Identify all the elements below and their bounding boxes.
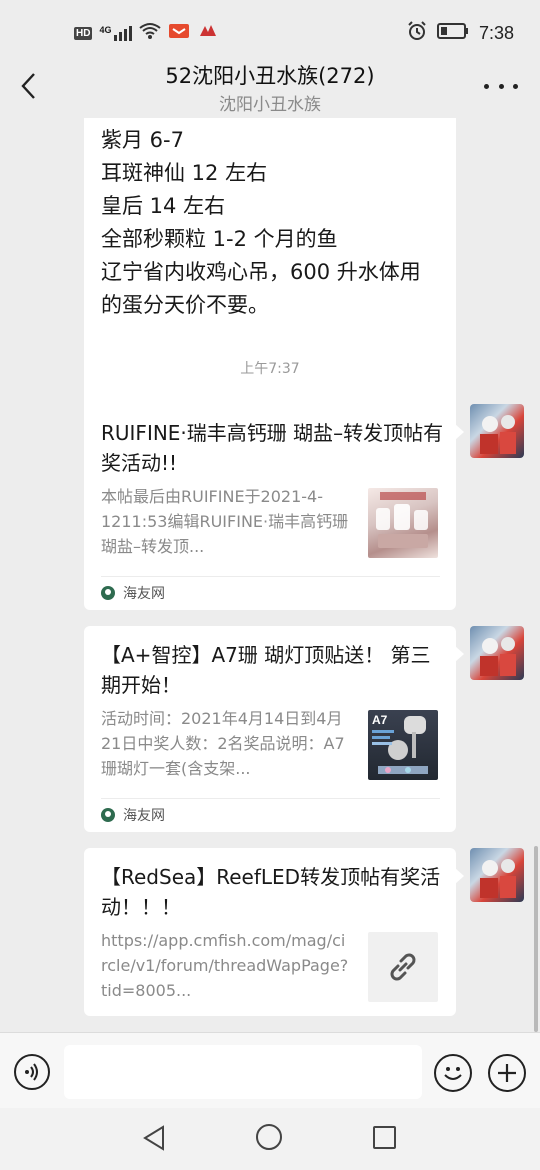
source-logo-icon [101, 585, 115, 600]
source-logo-icon [101, 807, 115, 822]
notification-app-icon [168, 21, 190, 45]
system-navigation-bar [0, 1108, 540, 1170]
message-line: 的蛋分天价不要。 [101, 293, 269, 317]
chevron-left-icon [21, 73, 35, 99]
text-message-bubble[interactable]: 紫月 6-7 耳斑神仙 12 左右 皇后 14 左右 全部秒颗粒 1-2 个月的… [84, 118, 456, 452]
message-line: 全部秒颗粒 1-2 个月的鱼 [101, 227, 338, 251]
product-photo-thumb [368, 488, 438, 558]
link-card-title: RUIFINE·瑞丰高钙珊 瑚盐–转发顶帖有奖活动!! [101, 421, 444, 475]
message-line: 皇后 14 左右 [101, 194, 226, 218]
link-card-source: 海友网 [101, 798, 440, 830]
link-card-message[interactable]: 【A+智控】A7珊 瑚灯顶贴送！ 第三期开始！ 活动时间：2021年4月14日到… [84, 626, 464, 832]
wifi-icon [139, 22, 162, 44]
chat-scrollbar[interactable] [534, 846, 538, 1032]
message-line: 耳斑神仙 12 左右 [101, 161, 268, 185]
message-line: 辽宁省内收鸡心吊，600 升水体用 [101, 260, 421, 284]
emoji-button[interactable] [434, 1054, 472, 1092]
link-card-source: 海友网 [101, 576, 440, 608]
more-functions-button[interactable] [488, 1054, 526, 1092]
back-button[interactable] [14, 68, 42, 104]
link-card-description: 本帖最后由RUIFINE于2021-4-1211:53编辑RUIFINE·瑞丰高… [101, 487, 349, 556]
chat-header: 52沈阳小丑水族(272) 沈阳小丑水族 [0, 54, 540, 118]
system-home-button[interactable] [256, 1124, 282, 1150]
notification-app-icon-2 [197, 21, 219, 45]
voice-icon [25, 1063, 38, 1081]
source-name: 海友网 [123, 585, 165, 602]
message-timestamp: 上午7:37 [240, 361, 300, 377]
sender-avatar[interactable] [470, 626, 524, 680]
voice-input-button[interactable] [14, 1054, 50, 1090]
hd-badge: HD [74, 26, 93, 40]
message-input[interactable] [64, 1045, 422, 1099]
status-time: 7:38 [478, 22, 514, 43]
message-input-bar [0, 1032, 540, 1108]
status-right-icons: 7:38 [407, 20, 514, 46]
message-line: 紫月 6-7 [101, 128, 184, 152]
network-type-label: 4G [99, 25, 112, 35]
alarm-icon [407, 20, 427, 46]
thumb-label: A7 [372, 713, 388, 727]
status-left-icons: HD 4G [74, 22, 219, 44]
link-card-title: 【A+智控】A7珊 瑚灯顶贴送！ 第三期开始！ [101, 643, 431, 697]
link-icon [368, 932, 438, 1002]
triangle-back-icon [143, 1125, 164, 1151]
link-card-message[interactable]: 【RedSea】ReefLED转发顶帖有奖活动！！！ https://app.c… [84, 848, 464, 1016]
smiley-icon [444, 1067, 462, 1080]
sender-avatar[interactable] [470, 848, 524, 902]
source-name: 海友网 [123, 807, 165, 824]
plus-icon [498, 1064, 516, 1082]
chat-title: 52沈阳小丑水族(272) [165, 64, 375, 88]
link-card-message[interactable]: RUIFINE·瑞丰高钙珊 瑚盐–转发顶帖有奖活动!! 本帖最后由RUIFINE… [84, 404, 464, 610]
signal-icon: 4G [99, 25, 133, 41]
link-card-description: 活动时间：2021年4月14日到4月21日中奖人数：2名奖品说明：A7珊瑚灯一套… [101, 709, 345, 778]
system-recents-button[interactable] [373, 1126, 396, 1149]
system-back-button[interactable] [142, 1125, 166, 1155]
more-options-button[interactable] [484, 76, 518, 96]
battery-icon [436, 22, 469, 45]
sender-avatar[interactable] [470, 404, 524, 458]
link-card-title: 【RedSea】ReefLED转发顶帖有奖活动！！！ [101, 865, 441, 919]
chat-message-list[interactable]: 紫月 6-7 耳斑神仙 12 左右 皇后 14 左右 全部秒颗粒 1-2 个月的… [0, 118, 540, 1032]
a7-lamp-thumb: A7 [368, 710, 438, 780]
chat-subtitle: 沈阳小丑水族 [219, 95, 321, 115]
link-card-description: https://app.cmfish.com/mag/circle/v1/for… [101, 931, 349, 1000]
